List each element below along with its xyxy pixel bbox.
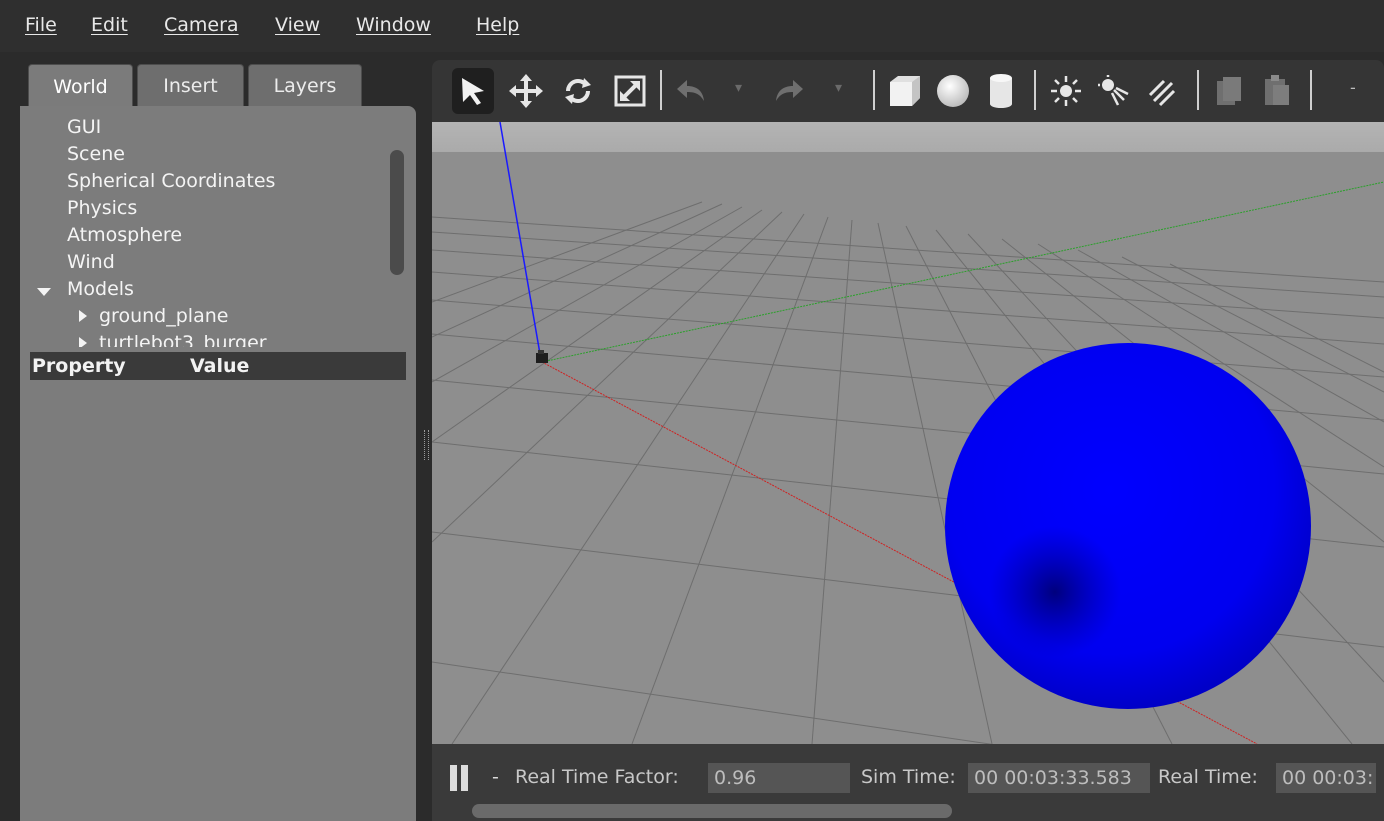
- menu-window[interactable]: Window: [356, 14, 431, 36]
- tree-item-physics[interactable]: Physics: [67, 197, 137, 219]
- select-arrow-icon: [462, 78, 484, 105]
- redo-dropdown-icon[interactable]: ▾: [835, 80, 842, 96]
- pause-button[interactable]: [446, 762, 472, 794]
- real-time-value: 00 00:03:: [1276, 763, 1376, 793]
- sim-time-label: Sim Time:: [861, 766, 956, 788]
- real-time-label: Real Time:: [1158, 766, 1258, 788]
- scale-mode-button[interactable]: [609, 68, 651, 114]
- copy-icon: [1217, 77, 1241, 105]
- tree-item-scene[interactable]: Scene: [67, 143, 125, 165]
- undo-button[interactable]: [670, 68, 712, 114]
- property-table-header: Property Value: [30, 352, 406, 380]
- menu-edit[interactable]: Edit: [91, 14, 128, 36]
- scene-viewport[interactable]: [432, 122, 1384, 744]
- rotate-icon: [565, 78, 591, 104]
- collapse-right-icon[interactable]: [79, 337, 87, 347]
- translate-icon: [509, 74, 543, 108]
- scene-render: [432, 122, 1384, 744]
- toolbar-separator: [1310, 70, 1312, 110]
- world-tree: GUI Scene Spherical Coordinates Physics …: [20, 116, 392, 347]
- scale-icon: [614, 75, 646, 107]
- tab-layers[interactable]: Layers: [248, 64, 362, 106]
- spot-light-button[interactable]: [1093, 68, 1135, 114]
- menu-help[interactable]: Help: [476, 14, 519, 36]
- pause-icon: [450, 765, 457, 791]
- expand-down-icon[interactable]: [37, 288, 51, 296]
- paste-icon: [1265, 75, 1289, 105]
- paste-button[interactable]: [1256, 68, 1298, 114]
- menu-view[interactable]: View: [275, 14, 320, 36]
- box-shape-button[interactable]: [884, 68, 926, 114]
- tab-insert[interactable]: Insert: [137, 64, 244, 106]
- translate-mode-button[interactable]: [505, 68, 547, 114]
- real-time-factor-label: Real Time Factor:: [515, 766, 679, 788]
- menu-camera[interactable]: Camera: [164, 14, 239, 36]
- redo-icon: [776, 80, 803, 101]
- box-icon: [890, 76, 920, 106]
- undo-dropdown-icon[interactable]: ▾: [735, 80, 742, 96]
- toolbar-separator: [660, 70, 662, 110]
- sphere-icon: [937, 75, 969, 107]
- tab-world[interactable]: World: [28, 64, 133, 108]
- tree-item-spherical-coordinates[interactable]: Spherical Coordinates: [67, 170, 275, 192]
- toolbar-separator: [1034, 70, 1036, 110]
- blue-sphere-model[interactable]: [945, 343, 1311, 709]
- pause-icon: [461, 765, 468, 791]
- property-column-header: Property: [32, 355, 126, 377]
- sim-time-value: 00 00:03:33.583: [968, 763, 1150, 793]
- rotate-mode-button[interactable]: [557, 68, 599, 114]
- value-column-header: Value: [190, 355, 250, 377]
- select-mode-button[interactable]: [452, 68, 494, 114]
- status-horizontal-scrollbar[interactable]: [472, 804, 952, 818]
- step-indicator[interactable]: -: [492, 766, 499, 788]
- tree-item-ground-plane[interactable]: ground_plane: [99, 305, 228, 327]
- menu-bar: File Edit Camera View Window Help: [0, 0, 1384, 52]
- spot-light-icon: [1098, 75, 1129, 106]
- point-light-button[interactable]: [1045, 68, 1087, 114]
- sphere-shape-button[interactable]: [932, 68, 974, 114]
- cylinder-icon: [990, 74, 1012, 108]
- toolbar-separator: [1197, 70, 1199, 110]
- sky: [432, 122, 1384, 156]
- tree-item-wind[interactable]: Wind: [67, 251, 115, 273]
- panel-splitter[interactable]: [424, 430, 429, 460]
- point-light-icon: [1051, 76, 1081, 106]
- directional-light-button[interactable]: [1141, 68, 1183, 114]
- directional-light-icon: [1148, 79, 1176, 107]
- toolbar-overflow[interactable]: -: [1350, 78, 1356, 97]
- tree-item-turtlebot3-burger[interactable]: turtlebot3_burger: [99, 332, 267, 347]
- redo-button[interactable]: [768, 68, 810, 114]
- toolbar-separator: [873, 70, 875, 110]
- copy-button[interactable]: [1208, 68, 1250, 114]
- collapse-right-icon[interactable]: [79, 310, 87, 322]
- tree-item-atmosphere[interactable]: Atmosphere: [67, 224, 182, 246]
- cylinder-shape-button[interactable]: [980, 68, 1022, 114]
- tree-scrollbar[interactable]: [390, 150, 404, 275]
- real-time-factor-value: 0.96: [708, 763, 850, 793]
- menu-file[interactable]: File: [25, 14, 57, 36]
- tree-item-models[interactable]: Models: [67, 278, 134, 300]
- tree-item-gui[interactable]: GUI: [67, 116, 101, 138]
- undo-icon: [677, 80, 704, 101]
